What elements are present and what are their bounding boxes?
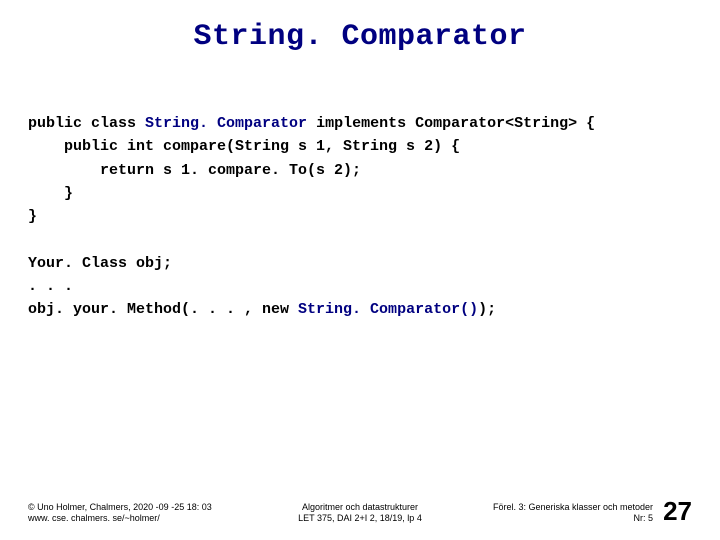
code-line-1: public class String. Comparator implemen… [28,115,595,132]
page-number: 27 [663,498,692,524]
code-line-9: obj. your. Method(. . . , new String. Co… [28,301,496,318]
code-block: public class String. Comparator implemen… [28,112,692,321]
footer-center: Algoritmer och datastrukturer LET 375, D… [249,502,470,525]
footer: © Uno Holmer, Chalmers, 2020 -09 -25 18:… [0,498,720,524]
code-line-7: Your. Class obj; [28,255,172,272]
code-line-5: } [28,208,37,225]
code-line-4: } [28,185,73,202]
call-suffix: ); [478,301,496,318]
footer-lecture: Förel. 3: Generiska klasser och metoder [493,502,653,513]
footer-course-title: Algoritmer och datastrukturer [249,502,470,513]
call-prefix: obj. your. Method(. . . , new [28,301,298,318]
implements-clause: implements Comparator<String> { [307,115,595,132]
footer-left: © Uno Holmer, Chalmers, 2020 -09 -25 18:… [28,502,249,525]
footer-author: © Uno Holmer, Chalmers, 2020 -09 -25 18:… [28,502,249,513]
code-line-3: return s 1. compare. To(s 2); [28,162,361,179]
class-name: String. Comparator [145,115,307,132]
code-line-2: public int compare(String s 1, String s … [28,138,460,155]
code-line-8: . . . [28,278,73,295]
footer-course-code: LET 375, DAI 2+I 2, 18/19, lp 4 [249,513,470,524]
kw-public-class: public class [28,115,145,132]
footer-url: www. cse. chalmers. se/~holmer/ [28,513,249,524]
slide: String. Comparator public class String. … [0,0,720,540]
slide-title: String. Comparator [28,20,692,54]
footer-right: Förel. 3: Generiska klasser och metoder … [493,502,653,525]
footer-slide-nr: Nr: 5 [493,513,653,524]
footer-right-wrap: Förel. 3: Generiska klasser och metoder … [471,498,692,524]
constructor-call: String. Comparator() [298,301,478,318]
